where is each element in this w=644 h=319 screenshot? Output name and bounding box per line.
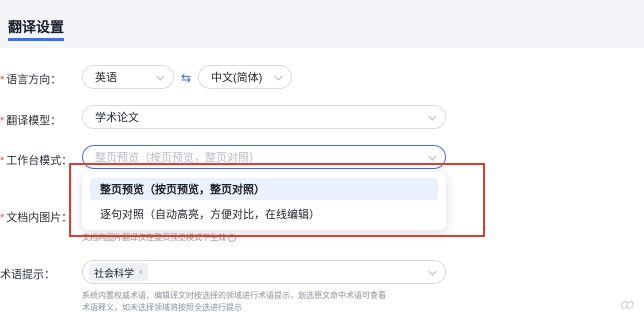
settings-header: 翻译设置 bbox=[0, 0, 644, 48]
chevron-down-icon bbox=[428, 267, 437, 276]
chevron-down-icon bbox=[428, 112, 437, 121]
target-language-value: 中文(简体) bbox=[211, 72, 263, 84]
language-direction-label: * 语言方向： bbox=[0, 74, 62, 86]
page-title: 翻译设置 bbox=[8, 19, 64, 35]
target-language-select[interactable]: 中文(简体) bbox=[198, 65, 292, 89]
translation-model-label: * 翻译模型： bbox=[0, 115, 62, 127]
close-icon[interactable]: × bbox=[138, 267, 143, 277]
required-mark: * bbox=[0, 74, 5, 86]
title-underline bbox=[8, 38, 64, 41]
chevron-down-icon bbox=[156, 72, 165, 81]
workbench-mode-label: * 工作台模式： bbox=[0, 155, 73, 167]
source-language-select[interactable]: 英语 bbox=[82, 65, 174, 89]
terms-hint-line1: 系统内置权威术语，编辑译文时按选择的领域进行术语提示，划选原文命中术语可查看 bbox=[82, 291, 386, 300]
watermark-logo-icon: ꝏ bbox=[620, 296, 635, 312]
terms-hint-label: 术语提示： bbox=[0, 269, 55, 281]
swap-arrows-icon[interactable]: ⇆ bbox=[181, 71, 191, 85]
domain-tag-label: 社会科学 bbox=[94, 268, 134, 280]
highlight-annotation-box bbox=[69, 163, 485, 237]
chevron-down-icon bbox=[274, 72, 283, 81]
chevron-down-icon bbox=[428, 152, 437, 161]
source-language-value: 英语 bbox=[95, 72, 117, 84]
translation-model-value: 学术论文 bbox=[95, 112, 139, 124]
doc-image-label: * 文档内图片： bbox=[0, 212, 73, 224]
terms-hint-line2: 术语释义，如未选择领域将按照全选进行提示 bbox=[82, 303, 242, 312]
translation-model-select[interactable]: 学术论文 bbox=[82, 105, 446, 129]
domain-tag: 社会科学 × bbox=[89, 263, 149, 281]
